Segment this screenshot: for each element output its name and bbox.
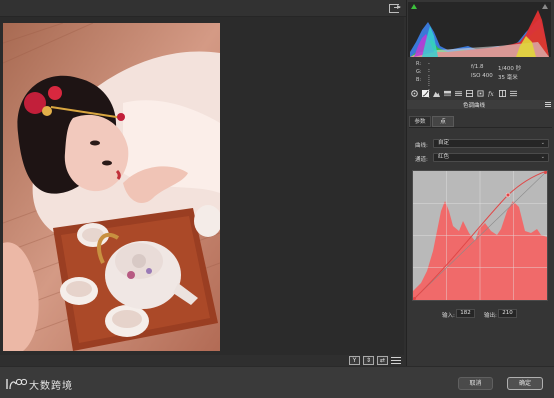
logo-text: 大数跨境 — [29, 380, 73, 392]
input-output-row: 输入: 182 输出: 210 — [442, 309, 552, 319]
adjustment-panel: R:---- G:---- B:---- f/1.8 1/400 秒 ISO 4… — [406, 0, 554, 366]
r-readout: R: ---- — [416, 61, 430, 85]
lens-icon[interactable] — [466, 90, 473, 97]
watermark-logo: 大数跨境 — [5, 377, 73, 392]
detail-icon[interactable] — [455, 90, 462, 97]
svg-text:fx: fx — [488, 91, 494, 97]
view-toolbar: Y ⇕ ⇄ — [349, 356, 401, 366]
tone-curve-icon[interactable] — [422, 90, 429, 97]
fx-icon[interactable]: fx — [488, 90, 495, 97]
shadow-clipping-icon[interactable] — [411, 4, 417, 9]
panel-title: 色调曲线 — [462, 103, 485, 109]
hsl-icon[interactable] — [433, 90, 440, 97]
export-icon[interactable] — [389, 4, 401, 13]
compare-view-button[interactable]: Y — [349, 356, 360, 365]
camera-calibration-icon[interactable] — [499, 90, 506, 97]
channel-row: 通道: 红色 ⌄ — [411, 153, 549, 163]
panel-title-bar: 色调曲线 — [407, 100, 554, 109]
channel-label: 通道: — [415, 157, 428, 163]
input-field[interactable]: 182 — [456, 309, 475, 318]
iso-value: ISO 400 — [471, 73, 493, 79]
split-toning-icon[interactable] — [444, 90, 451, 97]
channel-select[interactable]: 红色 ⌄ — [433, 153, 549, 162]
cancel-button[interactable]: 取消 — [458, 377, 493, 390]
shutter-value: 1/400 秒 — [498, 66, 522, 72]
aperture-value: f/1.8 — [471, 64, 484, 70]
focal-length-value: 35 毫米 — [498, 75, 518, 81]
curve-label: 曲线: — [415, 143, 428, 149]
panel-menu-icon[interactable] — [545, 102, 551, 107]
preferences-menu-icon[interactable] — [391, 356, 401, 365]
logo-mark-icon — [6, 378, 27, 390]
curve-preset-row: 曲线: 自定 ⌄ — [411, 139, 549, 149]
chevron-down-icon: ⌄ — [540, 154, 545, 160]
output-field[interactable]: 210 — [498, 309, 517, 318]
basic-panel-icon[interactable] — [411, 90, 418, 97]
tone-curve-editor[interactable] — [412, 170, 548, 301]
output-label: 输出: — [484, 313, 497, 319]
effects-icon[interactable] — [477, 90, 484, 97]
dialog-footer: 大数跨境 取消 确定 — [0, 366, 554, 398]
preview-image — [3, 23, 220, 351]
tab-parametric[interactable]: 参数 — [409, 116, 431, 127]
ok-button[interactable]: 确定 — [507, 377, 543, 390]
curve-mode-tabs: 参数 点 — [409, 114, 552, 128]
image-preview-area — [0, 17, 404, 355]
presets-icon[interactable] — [510, 90, 517, 97]
tab-point[interactable]: 点 — [432, 116, 454, 127]
panel-tabs: fx — [411, 89, 517, 98]
curve-preset-select[interactable]: 自定 ⌄ — [433, 139, 549, 148]
highlight-clipping-icon[interactable] — [542, 4, 548, 9]
input-label: 输入: — [442, 313, 455, 319]
curve-point[interactable] — [505, 192, 511, 198]
swap-before-after-icon[interactable]: ⇕ — [363, 356, 374, 365]
chevron-down-icon: ⌄ — [540, 140, 545, 146]
histogram-graph — [410, 10, 549, 57]
pixel-readout: R:---- G:---- B:---- f/1.8 1/400 秒 ISO 4… — [407, 59, 554, 101]
curve-endpoint[interactable] — [413, 297, 416, 300]
g-readout: G:---- — [416, 69, 430, 93]
curve-endpoint[interactable] — [544, 171, 547, 174]
b-readout: B:---- — [416, 77, 430, 101]
copy-settings-icon[interactable]: ⇄ — [377, 356, 388, 365]
histogram — [408, 2, 551, 57]
